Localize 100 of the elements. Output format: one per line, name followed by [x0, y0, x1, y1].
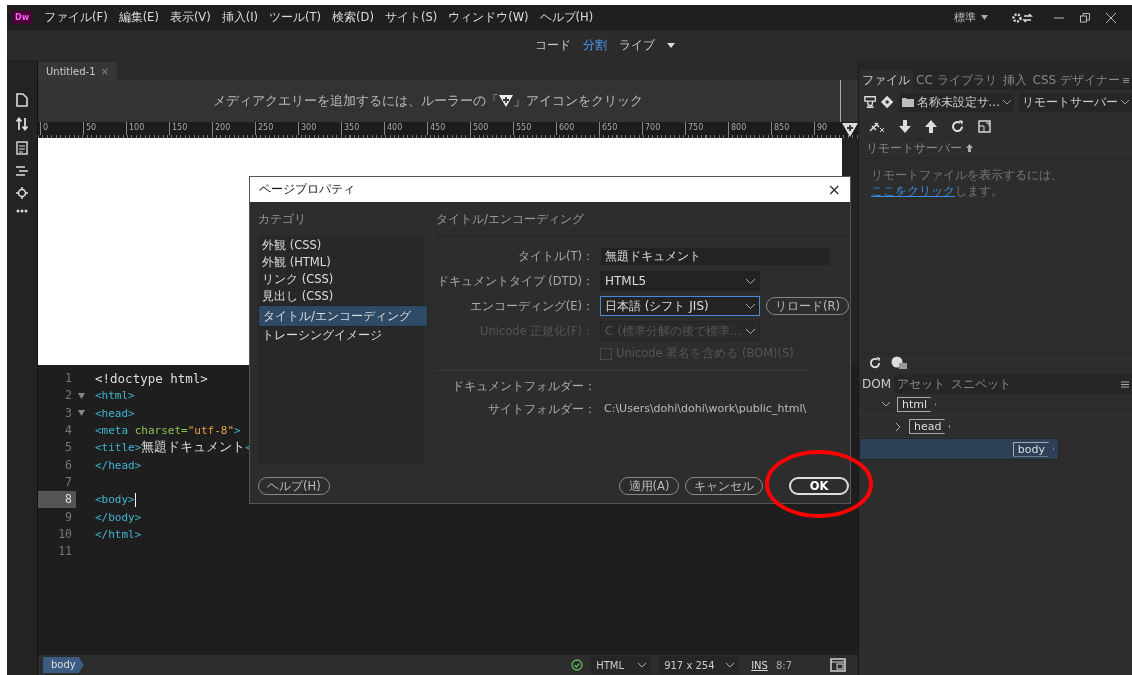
- menu-item[interactable]: 表示(V): [169, 10, 211, 25]
- menu-item[interactable]: 検索(D): [332, 10, 374, 25]
- panel-menu-icon[interactable]: [1123, 76, 1129, 84]
- dialog-button[interactable]: OK: [788, 477, 849, 495]
- title-input[interactable]: 無題ドキュメント: [600, 247, 830, 266]
- panel-menu-icon[interactable]: [1121, 380, 1129, 388]
- element-tag[interactable]: body: [1012, 441, 1054, 457]
- media-query-hint: 」アイコンをクリック: [513, 92, 643, 110]
- sync-settings-icon[interactable]: [1012, 11, 1034, 24]
- site-folder-label: サイトフォルダー：: [487, 402, 596, 417]
- category-item[interactable]: タイトル/エンコーディング: [258, 305, 428, 327]
- ruler-label: 550: [513, 122, 556, 135]
- panel-tab[interactable]: CC ライブラリ: [913, 70, 1000, 90]
- collapsed-chevron-icon[interactable]: [895, 422, 901, 431]
- help-button[interactable]: ヘルプ(H): [258, 477, 330, 495]
- tab-close-button[interactable]: ×: [100, 65, 109, 77]
- reload-button[interactable]: リロード(R): [766, 297, 849, 315]
- fold-icon[interactable]: [78, 392, 85, 399]
- panel-tab[interactable]: アセット: [894, 374, 949, 394]
- ruler-label: 450: [427, 122, 470, 135]
- select-dropdown[interactable]: HTML5: [600, 271, 760, 291]
- menu-item[interactable]: サイト(S): [384, 10, 438, 25]
- document-tab[interactable]: Untitled-1 ×: [38, 62, 117, 80]
- panel-tab[interactable]: DOM: [859, 374, 895, 394]
- site-dropdown[interactable]: 名称未設定サ...: [898, 92, 1014, 112]
- globe-icon[interactable]: [891, 356, 907, 370]
- upload-arrow-icon[interactable]: [925, 119, 937, 133]
- ruler-label: 500: [470, 122, 513, 135]
- caret-icon: [1121, 99, 1129, 105]
- expanded-chevron-icon[interactable]: [882, 402, 890, 407]
- check-circle-icon: [571, 659, 584, 671]
- code-line: <head>: [95, 406, 135, 420]
- dialog-button[interactable]: キャンセル: [684, 477, 763, 495]
- line-number: 7: [64, 473, 73, 491]
- view-mode-tab[interactable]: コード: [534, 37, 571, 53]
- restore-icon[interactable]: [1080, 12, 1090, 23]
- caret-icon[interactable]: [666, 42, 675, 48]
- caret-icon: [746, 303, 755, 309]
- caret-icon: [1003, 99, 1011, 105]
- sort-arrows-icon[interactable]: [16, 117, 28, 131]
- site-folder-path: C:\Users\dohi\dohi\work\public_html\: [604, 402, 808, 417]
- dom-tree-row[interactable]: html: [859, 394, 1132, 416]
- disconnect-icon[interactable]: [869, 119, 885, 133]
- outline-lines-icon[interactable]: [16, 165, 28, 177]
- element-tag[interactable]: html: [897, 397, 937, 412]
- menu-item[interactable]: ファイル(F): [44, 10, 108, 25]
- document-icon[interactable]: [16, 93, 28, 107]
- panel-tab[interactable]: 挿入: [999, 70, 1030, 90]
- category-item[interactable]: 外観 (CSS): [258, 237, 424, 254]
- close-button[interactable]: ×: [827, 180, 841, 199]
- refresh-icon[interactable]: [869, 357, 881, 369]
- click-here-link[interactable]: ここをクリック: [871, 184, 955, 198]
- diamond-icon[interactable]: [881, 95, 894, 109]
- caret-icon: [981, 15, 988, 20]
- ruler-label: 50: [83, 122, 126, 135]
- menu-item[interactable]: ウィンドウ(W): [448, 10, 529, 25]
- dialog-button[interactable]: 適用(A): [618, 477, 679, 495]
- trophy-icon[interactable]: [864, 95, 877, 109]
- category-item[interactable]: トレーシングイメージ: [258, 327, 424, 344]
- category-item[interactable]: 外観 (HTML): [258, 254, 424, 271]
- panel-tab[interactable]: CSS デザイナー: [1029, 70, 1123, 90]
- remote-server-header[interactable]: リモートサーバー: [866, 139, 962, 157]
- view-mode-tab[interactable]: 分割: [582, 37, 607, 53]
- insert-mode[interactable]: INS: [751, 659, 768, 671]
- add-marker-icon: [499, 95, 513, 107]
- expand-panel-icon[interactable]: [978, 119, 991, 133]
- category-item[interactable]: 見出し (CSS): [258, 288, 424, 305]
- media-query-marker-icon[interactable]: [842, 123, 858, 137]
- line-number: 5: [64, 439, 73, 457]
- panel-tab[interactable]: ファイル: [859, 70, 913, 90]
- menu-item[interactable]: 挿入(I): [221, 10, 259, 25]
- element-tag[interactable]: head: [909, 419, 951, 434]
- select-dropdown[interactable]: 日本語 (シフト JIS): [600, 296, 760, 316]
- dom-tree-row[interactable]: body: [859, 438, 1059, 460]
- language-dropdown[interactable]: HTML: [591, 656, 652, 674]
- download-arrow-icon[interactable]: [899, 119, 911, 133]
- menu-item[interactable]: ツール(T): [269, 10, 322, 25]
- menu-item[interactable]: ヘルプ(H): [539, 10, 594, 25]
- more-icon[interactable]: [16, 209, 28, 213]
- ruler-label: 150: [169, 122, 212, 135]
- tag-breadcrumb[interactable]: body: [43, 657, 84, 673]
- category-label: カテゴリ: [258, 211, 307, 228]
- view-mode-tab[interactable]: ライブ: [618, 37, 655, 53]
- line-number: 1: [64, 370, 73, 388]
- close-icon[interactable]: [1106, 12, 1116, 23]
- server-dropdown[interactable]: リモートサーバー: [1019, 92, 1132, 112]
- workspace-dropdown[interactable]: 標準: [954, 10, 988, 25]
- preview-icon[interactable]: [830, 658, 846, 672]
- target-icon[interactable]: [16, 187, 28, 199]
- category-item[interactable]: リンク (CSS): [258, 271, 424, 288]
- panel-tab[interactable]: スニペット: [948, 374, 1015, 394]
- window-size-dropdown[interactable]: 917 x 254: [659, 656, 740, 674]
- up-arrow-icon: [966, 144, 973, 152]
- refresh-icon[interactable]: [951, 119, 964, 133]
- menu-item[interactable]: 編集(E): [118, 10, 159, 25]
- list-document-icon[interactable]: [16, 141, 28, 155]
- fold-icon[interactable]: [78, 410, 85, 417]
- cursor-position: 8:7: [775, 659, 792, 671]
- ruler-label: 350: [341, 122, 384, 135]
- app-logo: Dw: [12, 11, 33, 24]
